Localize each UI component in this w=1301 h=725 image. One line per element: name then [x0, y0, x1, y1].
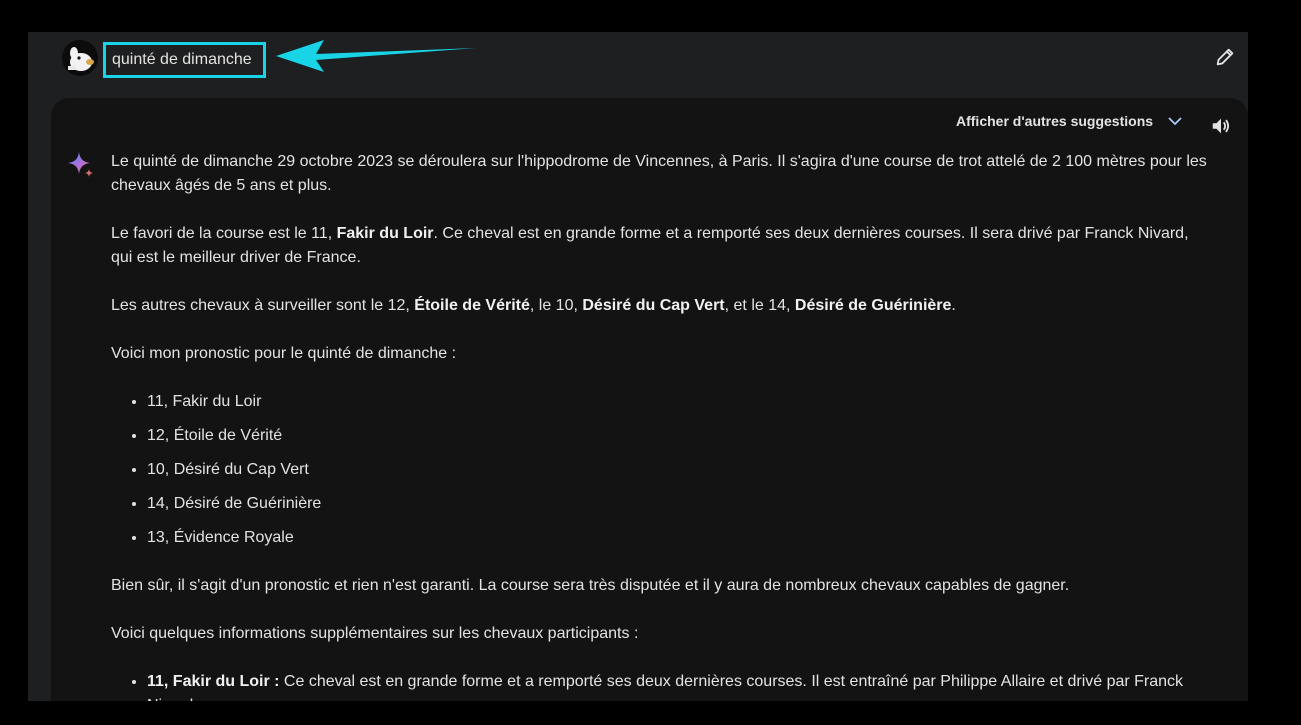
list-item: 13, Évidence Royale [147, 526, 1211, 550]
show-drafts-label: Afficher d'autres suggestions [956, 113, 1154, 129]
gemini-sparkle-icon [68, 152, 93, 177]
read-aloud-button[interactable] [1210, 115, 1232, 137]
list-item: 11, Fakir du Loir [147, 390, 1211, 414]
chat-window: quinté de dimanche Afficher d'autres sug… [28, 32, 1248, 701]
chevron-down-icon [1168, 117, 1182, 126]
speaker-icon [1212, 118, 1230, 134]
list-item: 10, Désiré du Cap Vert [147, 458, 1211, 482]
paragraph: Les autres chevaux à surveiller sont le … [111, 297, 956, 314]
arrow-left-icon [276, 40, 476, 72]
pronostic-list: 11, Fakir du Loir 12, Étoile de Vérité 1… [111, 390, 1211, 550]
paragraph: Le quinté de dimanche 29 octobre 2023 se… [111, 153, 1207, 194]
response-panel: Afficher d'autres suggestions Le quinté … [51, 98, 1248, 701]
prompt-text: quinté de dimanche [103, 42, 266, 78]
paragraph: Voici mon pronostic pour le quinté de di… [111, 345, 457, 362]
response-text: Le quinté de dimanche 29 octobre 2023 se… [111, 150, 1211, 701]
paragraph: Bien sûr, il s'agit d'un pronostic et ri… [111, 577, 1070, 594]
pencil-icon [1216, 48, 1234, 66]
list-item: 12, Étoile de Vérité [147, 424, 1211, 448]
paragraph: Voici quelques informations supplémentai… [111, 625, 639, 642]
list-item: 11, Fakir du Loir : Ce cheval est en gra… [147, 670, 1211, 701]
list-item: 14, Désiré de Guérinière [147, 492, 1211, 516]
show-drafts-button[interactable]: Afficher d'autres suggestions [956, 113, 1183, 129]
details-list: 11, Fakir du Loir : Ce cheval est en gra… [111, 670, 1211, 701]
paragraph: Le favori de la course est le 11, Fakir … [111, 225, 1189, 266]
edit-prompt-button[interactable] [1214, 46, 1236, 68]
user-avatar-icon[interactable] [62, 40, 98, 76]
